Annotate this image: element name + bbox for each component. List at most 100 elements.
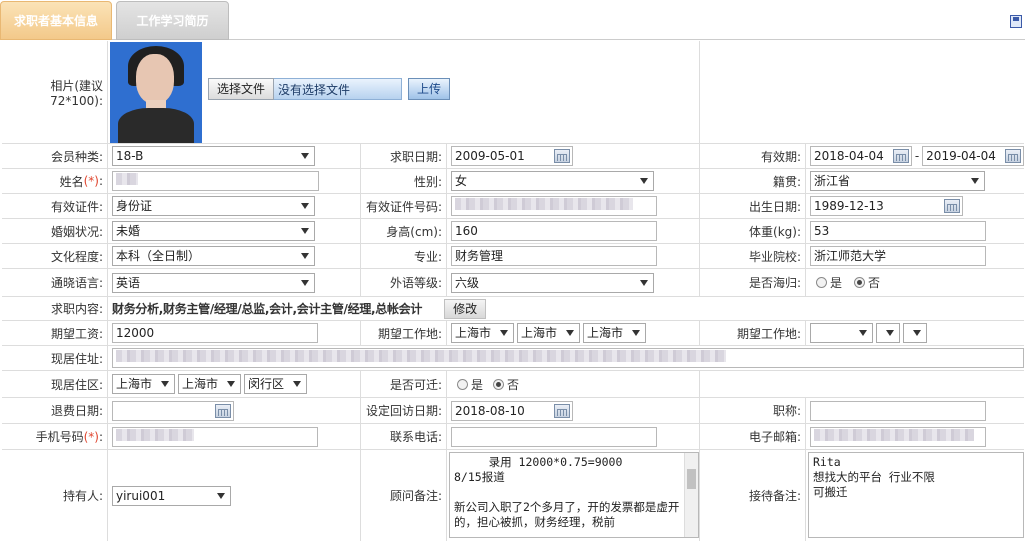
email-label: 电子邮箱: xyxy=(700,424,806,449)
district-city-select[interactable]: 上海市 xyxy=(178,374,241,394)
height-label: 身高(cm): xyxy=(361,219,447,243)
row-notes: 持有人: yirui001 顾问备注: 录用 12000*0.75=9000 8… xyxy=(2,450,1024,541)
callback-date-input[interactable]: 2018-08-10 xyxy=(451,400,573,421)
member-type-label: 会员种类: xyxy=(2,144,108,168)
job-content-text: 财务分析,财务主管/经理/总监,会计,会计主管/经理,总帐会计 xyxy=(112,302,423,316)
gender-label: 性别: xyxy=(361,169,447,193)
language-select[interactable]: 英语 xyxy=(112,272,315,293)
row-dates: 退费日期: 设定回访日期: 2018-08-10 职称: xyxy=(2,398,1024,424)
apply-date-input[interactable]: 2009-05-01 xyxy=(451,146,573,166)
choose-file-button[interactable]: 选择文件 xyxy=(208,78,275,100)
calendar-icon[interactable] xyxy=(892,149,909,163)
gender-select[interactable]: 女 xyxy=(451,171,654,191)
advisor-note-textarea[interactable]: 录用 12000*0.75=9000 8/15报道 新公司入职了2个多月了，开的… xyxy=(449,452,699,538)
overseas-yes-radio[interactable] xyxy=(816,277,827,288)
edit-job-content-button[interactable]: 修改 xyxy=(444,298,487,319)
overseas-no-label: 否 xyxy=(868,276,881,290)
relocate-no-label: 否 xyxy=(507,377,520,392)
photo-label: 相片(建议72*100): xyxy=(2,41,108,143)
calendar-icon[interactable] xyxy=(554,403,570,418)
foreign-level-label: 外语等级: xyxy=(361,269,447,296)
refund-date-label: 退费日期: xyxy=(2,398,108,423)
mobile-label: 手机号码 (*): xyxy=(2,424,108,449)
salary-input[interactable]: 12000 xyxy=(112,323,318,343)
calendar-icon[interactable] xyxy=(1005,149,1021,163)
row-address: 现居住址: xyxy=(2,346,1024,371)
holder-select[interactable]: yirui001 xyxy=(112,485,231,506)
refund-date-input[interactable] xyxy=(112,400,234,421)
work-place-district-select[interactable]: 上海市 xyxy=(583,323,646,343)
row-salary: 期望工资: 12000 期望工作地: 上海市 上海市 上海市 期望工作地: xyxy=(2,321,1024,346)
relocate-no-radio[interactable] xyxy=(493,378,505,390)
applicant-photo xyxy=(110,42,202,143)
upload-button[interactable]: 上传 xyxy=(408,78,451,100)
holder-label: 持有人: xyxy=(2,450,108,541)
save-icon[interactable] xyxy=(1010,15,1022,28)
name-label: 姓名 (*): xyxy=(2,169,108,193)
district-label: 现居住区: xyxy=(2,371,108,397)
name-input[interactable] xyxy=(112,171,319,191)
title-input[interactable] xyxy=(810,400,986,421)
address-input[interactable] xyxy=(112,348,1024,368)
native-select[interactable]: 浙江省 xyxy=(810,171,985,191)
no-file-text: 没有选择文件 xyxy=(274,78,403,100)
valid-start-input[interactable]: 2018-04-04 xyxy=(810,146,912,166)
overseas-label: 是否海归: xyxy=(700,269,806,296)
district-district-select[interactable]: 闵行区 xyxy=(244,374,307,394)
height-input[interactable]: 160 xyxy=(451,221,657,241)
overseas-no-radio[interactable] xyxy=(854,277,866,288)
tab-basic-info[interactable]: 求职者基本信息 xyxy=(0,1,112,40)
weight-label: 体重(kg): xyxy=(700,219,806,243)
photo-row: 相片(建议72*100): 选择文件 没有选择文件 上传 xyxy=(2,41,1024,144)
work-place-label: 期望工作地: xyxy=(361,321,447,345)
apply-date-label: 求职日期: xyxy=(361,144,447,168)
district-province-select[interactable]: 上海市 xyxy=(112,374,175,394)
marital-select[interactable]: 未婚 xyxy=(112,221,315,241)
marital-label: 婚姻状况: xyxy=(2,219,108,243)
overseas-yes-label: 是 xyxy=(830,276,843,290)
calendar-icon[interactable] xyxy=(215,403,231,418)
mobile-input[interactable] xyxy=(112,426,318,447)
reception-note-textarea[interactable]: Rita 想找大的平台 行业不限 可搬迁 xyxy=(808,452,1024,538)
photo-empty-cell xyxy=(700,41,1024,143)
email-input[interactable] xyxy=(810,426,986,447)
row-contact: 手机号码 (*): 联系电话: 电子邮箱: xyxy=(2,424,1024,450)
member-type-select[interactable]: 18-B xyxy=(112,146,315,166)
id-doc-label: 有效证件: xyxy=(2,194,108,218)
work-place-province-select[interactable]: 上海市 xyxy=(451,323,514,343)
tab-resume[interactable]: 工作学习简历 xyxy=(116,1,229,40)
salary-label: 期望工资: xyxy=(2,321,108,345)
valid-end-input[interactable]: 2019-04-04 xyxy=(922,146,1024,166)
row-language: 通晓语言: 英语 外语等级: 六级 是否海归: 是 否 xyxy=(2,269,1024,297)
job-content-label: 求职内容: xyxy=(2,297,108,320)
calendar-icon[interactable] xyxy=(554,149,570,163)
foreign-level-select[interactable]: 六级 xyxy=(451,272,654,293)
advisor-note-scrollbar[interactable] xyxy=(684,453,698,537)
id-doc-select[interactable]: 身份证 xyxy=(112,196,315,216)
education-select[interactable]: 本科（全日制） xyxy=(112,246,315,266)
callback-date-label: 设定回访日期: xyxy=(361,398,447,423)
row-job-content: 求职内容: 财务分析,财务主管/经理/总监,会计,会计主管/经理,总帐会计 修改 xyxy=(2,297,1024,321)
work-place-city-select[interactable]: 上海市 xyxy=(517,323,580,343)
district-empty-cell xyxy=(700,371,1024,397)
school-input[interactable]: 浙江师范大学 xyxy=(810,246,986,266)
id-no-input[interactable] xyxy=(451,196,657,216)
phone-label: 联系电话: xyxy=(361,424,447,449)
photo-cell: 选择文件 没有选择文件 上传 xyxy=(108,41,700,143)
birth-label: 出生日期: xyxy=(700,194,806,218)
work-place2-city-select[interactable] xyxy=(876,323,900,343)
work-place2-district-select[interactable] xyxy=(903,323,927,343)
address-label: 现居住址: xyxy=(2,346,108,370)
birth-input[interactable]: 1989-12-13 xyxy=(810,196,963,216)
relocate-yes-radio[interactable] xyxy=(457,378,468,390)
major-input[interactable]: 财务管理 xyxy=(451,246,657,266)
calendar-icon[interactable] xyxy=(944,199,960,213)
weight-input[interactable]: 53 xyxy=(810,221,986,241)
school-label: 毕业院校: xyxy=(700,244,806,268)
row-member: 会员种类: 18-B 求职日期: 2009-05-01 有效期: 2018-04… xyxy=(2,144,1024,169)
row-name: 姓名 (*): 性别: 女 籍贯: 浙江省 xyxy=(2,169,1024,194)
phone-input[interactable] xyxy=(451,426,657,447)
relocate-yes-label: 是 xyxy=(471,377,484,392)
work-place2-province-select[interactable] xyxy=(810,323,873,343)
work-place2-label: 期望工作地: xyxy=(700,321,806,345)
